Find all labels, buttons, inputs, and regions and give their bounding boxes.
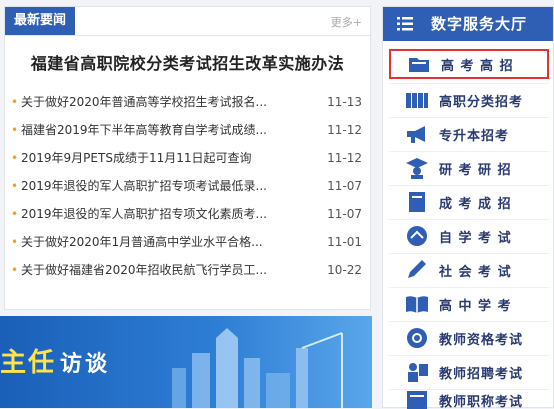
banner-text-b: 访谈 xyxy=(60,352,111,377)
service-label: 研 考 研 招 xyxy=(439,162,512,178)
news-date: 11-07 xyxy=(327,207,362,221)
service-item-gaokao[interactable]: 高 考 高 招 xyxy=(389,49,549,79)
bullet-icon: • xyxy=(11,95,19,109)
service-item-yankao[interactable]: 研 考 研 招 xyxy=(389,153,549,183)
bullet-icon: • xyxy=(11,151,19,165)
service-label: 高 中 学 考 xyxy=(439,298,512,314)
news-item[interactable]: • 福建省2019年下半年高等教育自学考试成绩... 11-12 xyxy=(11,116,362,144)
divider xyxy=(389,355,549,356)
service-item-zhaopin[interactable]: 教师招聘考试 xyxy=(389,357,549,387)
service-label: 成 考 成 招 xyxy=(439,196,512,212)
news-date: 11-13 xyxy=(327,95,362,109)
news-date: 11-01 xyxy=(327,235,362,249)
news-item[interactable]: • 关于做好福建省2020年招收民航飞行学员工... 10-22 xyxy=(11,256,362,284)
news-date: 11-12 xyxy=(327,123,362,137)
news-title[interactable]: 关于做好2020年1月普通高中学业水平合格... xyxy=(21,228,326,256)
news-tab[interactable]: 最新要闻 xyxy=(5,7,75,35)
service-item-gaozhi[interactable]: 高职分类招考 xyxy=(389,85,549,115)
service-label: 高职分类招考 xyxy=(439,94,524,110)
service-item-shehui[interactable]: 社 会 考 试 xyxy=(389,255,549,285)
divider xyxy=(389,185,549,186)
graduate-icon xyxy=(406,158,428,179)
news-list: • 关于做好2020年普通高等学校招生考试报名... 11-13 • 福建省2019年… xyxy=(5,88,370,284)
book-icon xyxy=(409,192,425,212)
news-date: 11-07 xyxy=(327,179,362,193)
bullet-icon: • xyxy=(11,263,19,277)
news-item[interactable]: • 关于做好2020年1月普通高中学业水平合格... 11-01 xyxy=(11,228,362,256)
service-label: 专升本招考 xyxy=(439,128,510,144)
service-item-zixue[interactable]: 自 学 考 试 xyxy=(389,221,549,251)
service-item-zhuanshengben[interactable]: 专升本招考 xyxy=(389,119,549,149)
news-item[interactable]: • 2019年9月PETS成绩于11月11日起可查询 11-12 xyxy=(11,144,362,172)
divider xyxy=(389,287,549,288)
sidebar-header: 数字服务大厅 xyxy=(383,7,553,41)
bullet-icon: • xyxy=(11,235,19,249)
divider xyxy=(389,151,549,152)
bullet-icon: • xyxy=(11,207,19,221)
books-icon xyxy=(406,93,428,108)
news-title[interactable]: 2019年9月PETS成绩于11月11日起可查询 xyxy=(21,144,326,172)
teacher-icon xyxy=(408,363,428,382)
service-item-xuekao[interactable]: 高 中 学 考 xyxy=(389,289,549,319)
news-item[interactable]: • 关于做好2020年普通高等学校招生考试报名... 11-13 xyxy=(11,88,362,116)
divider xyxy=(389,83,549,84)
more-link[interactable]: 更多+ xyxy=(331,14,362,30)
bullet-icon: • xyxy=(11,123,19,137)
news-item[interactable]: • 2019年退役的军人高职扩招专项考试最低录... 11-07 xyxy=(11,172,362,200)
news-title[interactable]: 福建省2019年下半年高等教育自学考试成绩... xyxy=(21,116,326,144)
news-panel: 最新要闻 更多+ 福建省高职院校分类考试招生改革实施办法 • 关于做好2020年普… xyxy=(4,6,371,310)
pen-icon xyxy=(408,260,426,278)
news-item[interactable]: • 2019年退役的军人高职扩招专项文化素质考... 11-07 xyxy=(11,200,362,228)
service-label: 教师资格考试 xyxy=(439,332,524,348)
badge-icon xyxy=(407,328,427,348)
news-title[interactable]: 关于做好福建省2020年招收民航飞行学员工... xyxy=(21,256,326,284)
service-hall-sidebar: 数字服务大厅 高 考 高 招 高职分类招考 专升本招考 研 考 研 招 成 考 … xyxy=(382,6,554,409)
service-label: 自 学 考 试 xyxy=(439,230,512,246)
service-item-chengkao[interactable]: 成 考 成 招 xyxy=(389,187,549,217)
headline-link[interactable]: 福建省高职院校分类考试招生改革实施办法 xyxy=(5,50,370,74)
divider xyxy=(389,117,549,118)
service-label: 教师职称考试 xyxy=(439,394,524,409)
service-label: 高 考 高 招 xyxy=(441,58,514,74)
news-title[interactable]: 2019年退役的军人高职扩招专项考试最低录... xyxy=(21,172,326,200)
service-label: 教师招聘考试 xyxy=(439,366,524,382)
interview-banner[interactable]: 主任 访谈 xyxy=(0,316,372,408)
certificate-icon xyxy=(407,391,427,409)
bullet-icon: • xyxy=(11,179,19,193)
building-illustration xyxy=(172,328,343,408)
news-title[interactable]: 关于做好2020年普通高等学校招生考试报名... xyxy=(21,88,326,116)
divider xyxy=(389,321,549,322)
self-study-icon xyxy=(407,226,427,246)
sidebar-title: 数字服务大厅 xyxy=(431,15,528,33)
divider xyxy=(389,219,549,220)
service-item-zhicheng[interactable]: 教师职称考试 xyxy=(389,391,549,409)
news-header: 最新要闻 更多+ xyxy=(5,7,370,36)
service-item-zige[interactable]: 教师资格考试 xyxy=(389,323,549,353)
service-label: 社 会 考 试 xyxy=(439,264,512,280)
menu-icon[interactable] xyxy=(397,17,413,31)
news-title[interactable]: 2019年退役的军人高职扩招专项文化素质考... xyxy=(21,200,326,228)
divider xyxy=(389,253,549,254)
news-date: 11-12 xyxy=(327,151,362,165)
news-date: 10-22 xyxy=(327,263,362,277)
divider xyxy=(389,389,549,390)
open-book-icon xyxy=(406,296,428,313)
folder-icon xyxy=(409,58,429,72)
megaphone-icon xyxy=(407,126,425,143)
banner-text-a: 主任 xyxy=(0,348,57,378)
